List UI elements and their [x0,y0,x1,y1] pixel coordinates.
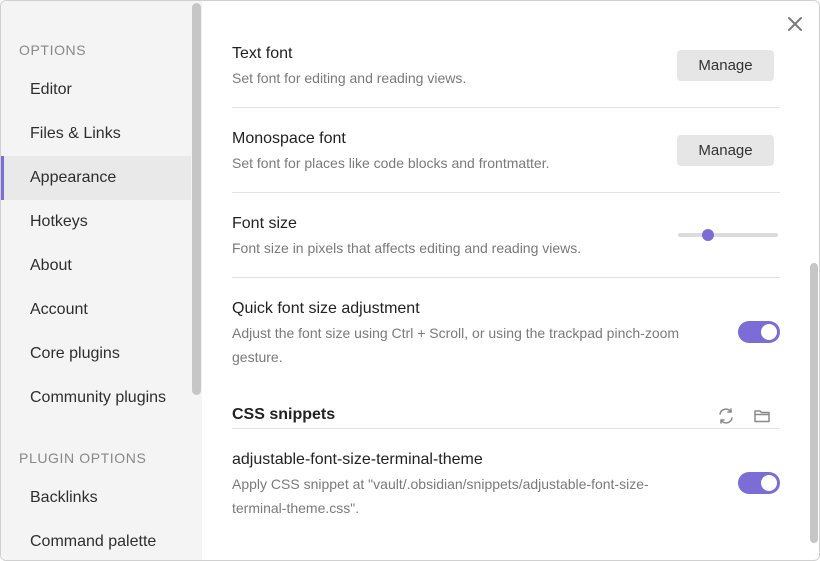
content-scrollbar-thumb[interactable] [810,263,818,543]
sidebar-item-about[interactable]: About [1,244,191,288]
setting-quick-font-size: Quick font size adjustment Adjust the fo… [232,299,722,369]
font-size-slider[interactable] [678,233,778,237]
open-snippets-folder-button[interactable] [752,406,772,426]
reload-icon [719,408,733,424]
css-snippets-heading: CSS snippets [232,406,336,423]
sidebar-item-command-palette[interactable]: Command palette [1,520,191,560]
sidebar-item-core-plugins[interactable]: Core plugins [1,332,191,376]
toggle-knob [761,475,777,491]
settings-sidebar: OPTIONS Editor Files & Links Appearance … [1,1,202,560]
reload-snippets-button[interactable] [716,406,736,426]
divider [232,277,780,278]
setting-description-line: Adjust the font size using Ctrl + Scroll… [232,325,680,341]
settings-window: OPTIONS Editor Files & Links Appearance … [0,0,820,561]
sidebar-scrollbar-thumb[interactable] [192,3,201,395]
sidebar-item-editor[interactable]: Editor [1,68,191,112]
snippet-item: adjustable-font-size-terminal-theme Appl… [232,450,722,520]
text-font-manage-button[interactable]: Manage [677,50,774,81]
snippet-name: adjustable-font-size-terminal-theme [232,451,483,468]
font-size-slider-handle[interactable] [702,229,714,241]
setting-description-line: terminal-theme.css". [232,500,360,516]
setting-font-size: Font size Font size in pixels that affec… [232,214,780,260]
monospace-font-manage-button[interactable]: Manage [677,135,774,166]
plugin-options-heading: PLUGIN OPTIONS [19,450,147,466]
setting-description: Font size in pixels that affects editing… [232,240,582,256]
sidebar-item-hotkeys[interactable]: Hotkeys [1,200,191,244]
divider [232,107,780,108]
sidebar-item-backlinks[interactable]: Backlinks [1,476,191,520]
snippet-description: Apply CSS snippet at "vault/.obsidian/sn… [232,472,722,520]
close-icon [788,17,802,31]
options-heading: OPTIONS [19,42,87,58]
divider [232,192,780,193]
sidebar-item-community-plugins[interactable]: Community plugins [1,376,191,420]
divider [232,428,780,429]
quick-font-size-toggle[interactable] [738,321,780,343]
toggle-knob [761,324,777,340]
close-button[interactable] [784,13,806,35]
sidebar-item-appearance[interactable]: Appearance [1,156,191,200]
snippet-toggle[interactable] [738,472,780,494]
sidebar-item-account[interactable]: Account [1,288,191,332]
setting-description: Adjust the font size using Ctrl + Scroll… [232,321,722,369]
setting-name: Quick font size adjustment [232,300,420,317]
folder-icon [754,410,770,423]
setting-name: Font size [232,215,297,232]
setting-description-line: gesture. [232,349,283,365]
sidebar-item-files-links[interactable]: Files & Links [1,112,191,156]
setting-description-line: Apply CSS snippet at "vault/.obsidian/sn… [232,476,649,492]
